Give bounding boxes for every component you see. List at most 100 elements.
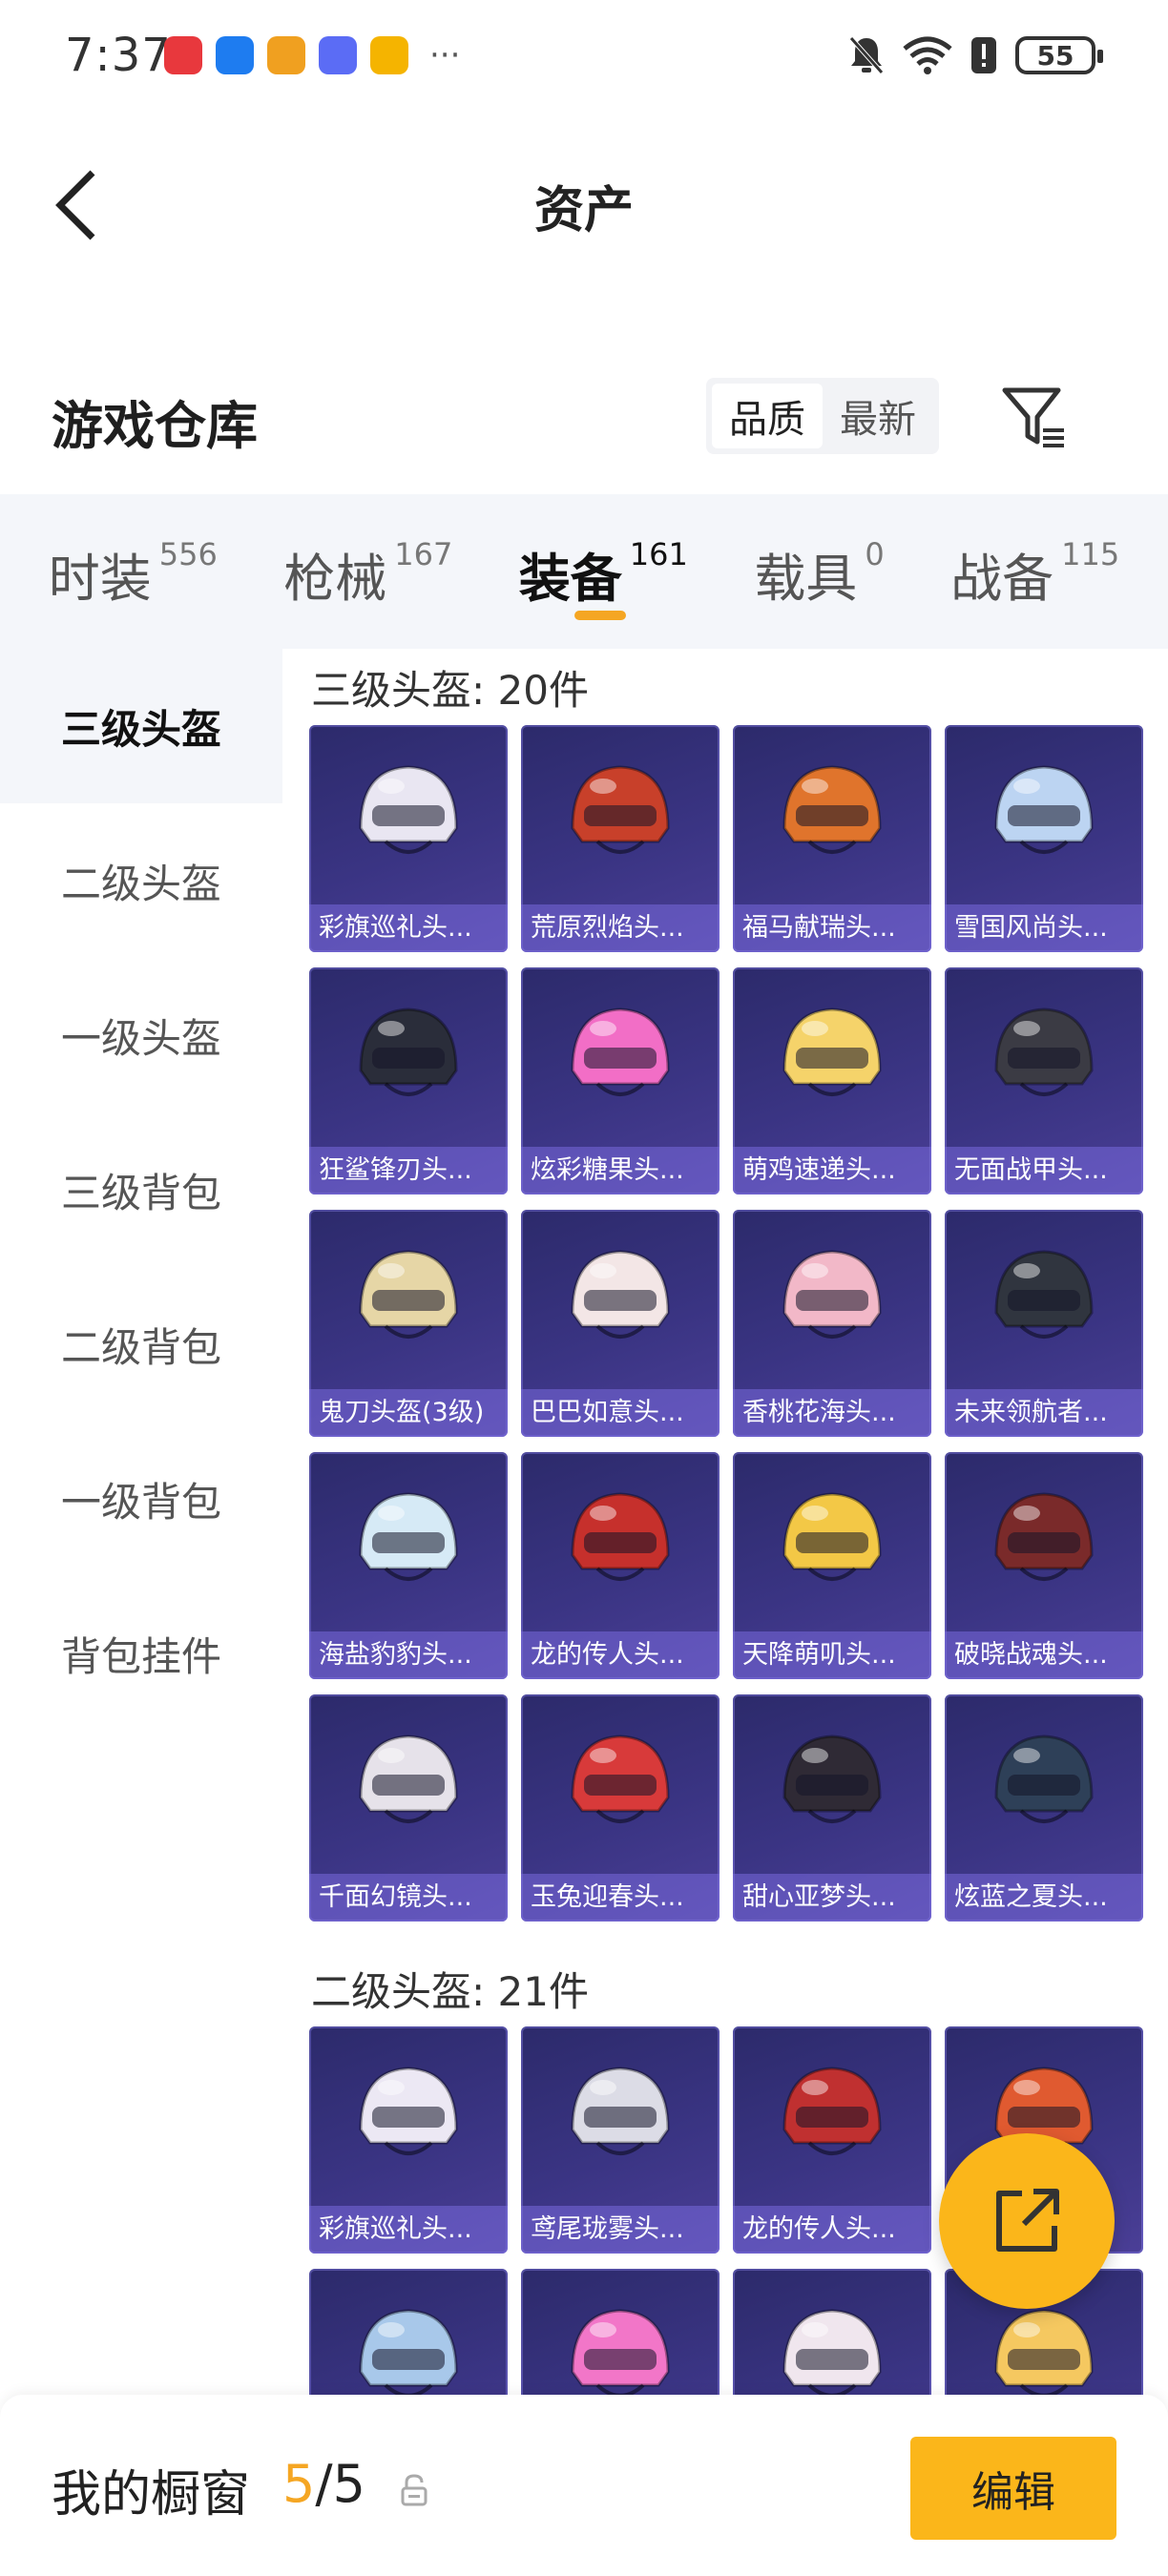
item-card[interactable]: 巴巴如意头... xyxy=(521,1210,720,1437)
item-card[interactable]: 雪国风尚头... xyxy=(945,725,1143,952)
item-card[interactable]: 龙的传人头... xyxy=(521,1452,720,1679)
status-time: 7:37 xyxy=(65,29,172,82)
item-card[interactable]: 福马献瑞头... xyxy=(733,725,931,952)
helmet-image xyxy=(571,1008,670,1096)
showcase-used-count: 5 xyxy=(282,2454,316,2514)
item-card[interactable]: 鬼刀头盔(3级) xyxy=(309,1210,508,1437)
tab-label: 战备 xyxy=(950,549,1054,609)
side-menu-item-2[interactable]: 一级头盔 xyxy=(0,958,282,1112)
item-name: 千面幻镜头... xyxy=(309,1874,508,1922)
item-card[interactable]: 玉兔迎春头... xyxy=(521,1694,720,1922)
item-card[interactable]: 甜心亚梦头... xyxy=(733,1694,931,1922)
item-card[interactable]: 海盐豹豹头... xyxy=(309,1452,508,1679)
item-name: 雪国风尚头... xyxy=(945,904,1143,952)
tab-count: 167 xyxy=(394,536,453,572)
showcase-count: 5/5 xyxy=(282,2454,365,2514)
item-card[interactable]: 无面战甲头... xyxy=(945,967,1143,1195)
item-card[interactable]: 萌鸡速递头... xyxy=(733,967,931,1195)
item-card[interactable] xyxy=(521,2269,720,2404)
page-title: 资产 xyxy=(533,182,634,239)
showcase-count-separator: / xyxy=(315,2454,333,2514)
tab-label: 枪械 xyxy=(283,549,387,609)
tab-4[interactable]: 战备 115 xyxy=(950,494,1119,649)
itunes-icon xyxy=(319,36,357,74)
item-grid: 彩旗巡礼头... 荒原烈焰头... 福马献瑞头... 雪国风尚头... 狂鲨锋刃头...… xyxy=(309,725,1143,1922)
tab-1[interactable]: 枪械 167 xyxy=(283,494,452,649)
helmet-image xyxy=(571,1492,670,1581)
item-name: 无面战甲头... xyxy=(945,1147,1143,1195)
item-name: 香桃花海头... xyxy=(733,1389,931,1437)
helmet-image xyxy=(359,1492,458,1581)
helmet-image xyxy=(994,1250,1094,1339)
item-card[interactable]: 千面幻镜头... xyxy=(309,1694,508,1922)
side-menu-spacer xyxy=(0,1731,282,2404)
item-card[interactable]: 彩旗巡礼头... xyxy=(309,2026,508,2254)
more-notifications-icon: ··· xyxy=(429,36,461,74)
item-name: 福马献瑞头... xyxy=(733,904,931,952)
item-name: 甜心亚梦头... xyxy=(733,1874,931,1922)
tab-3[interactable]: 载具 0 xyxy=(754,494,884,649)
item-card[interactable]: 彩旗巡礼头... xyxy=(309,725,508,952)
helmet-image xyxy=(782,1008,882,1096)
item-name: 巴巴如意头... xyxy=(521,1389,720,1437)
nav-bar: 资产 xyxy=(0,143,1168,267)
status-app-icons: ··· xyxy=(164,36,460,74)
item-card[interactable]: 炫彩糖果头... xyxy=(521,967,720,1195)
item-card[interactable]: 未来领航者... xyxy=(945,1210,1143,1437)
tab-2[interactable]: 装备 161 xyxy=(519,494,688,649)
filter-icon xyxy=(1002,387,1064,447)
side-menu-item-6[interactable]: 背包挂件 xyxy=(0,1576,282,1731)
item-card[interactable]: 破晓战魂头... xyxy=(945,1452,1143,1679)
item-name: 彩旗巡礼头... xyxy=(309,2206,508,2254)
sort-newest-option[interactable]: 最新 xyxy=(823,384,933,448)
helmet-image xyxy=(782,765,882,854)
status-indicators: 55 xyxy=(847,34,1103,76)
warehouse-header: 游戏仓库 品质 最新 xyxy=(0,363,1168,477)
item-card[interactable]: 龙的传人头... xyxy=(733,2026,931,2254)
item-name: 龙的传人头... xyxy=(521,1631,720,1679)
category-tabs: 时装 556 枪械 167 装备 161 载具 0 战备 115 xyxy=(0,494,1168,649)
item-card[interactable] xyxy=(309,2269,508,2404)
helmet-image xyxy=(994,1008,1094,1096)
item-name: 玉兔迎春头... xyxy=(521,1874,720,1922)
item-name: 炫彩糖果头... xyxy=(521,1147,720,1195)
tab-label: 载具 xyxy=(754,549,858,609)
side-menu-item-5[interactable]: 一级背包 xyxy=(0,1422,282,1576)
sort-quality-option[interactable]: 品质 xyxy=(712,384,823,448)
tab-count: 115 xyxy=(1061,536,1120,572)
item-name: 荒原烈焰头... xyxy=(521,904,720,952)
app-market-icon xyxy=(216,36,254,74)
helmet-image xyxy=(359,1735,458,1823)
item-card[interactable]: 鸢尾珑雾头... xyxy=(521,2026,720,2254)
item-card[interactable]: 天降萌叽头... xyxy=(733,1452,931,1679)
showcase-bar: 我的橱窗 5/5 编辑 xyxy=(0,2395,1168,2576)
item-card[interactable]: 香桃花海头... xyxy=(733,1210,931,1437)
item-name: 鸢尾珑雾头... xyxy=(521,2206,720,2254)
edit-button[interactable]: 编辑 xyxy=(910,2437,1116,2540)
tab-count: 0 xyxy=(865,536,885,572)
helmet-image xyxy=(359,2067,458,2155)
item-name: 破晓战魂头... xyxy=(945,1631,1143,1679)
filter-button[interactable] xyxy=(998,382,1071,454)
helmet-image xyxy=(994,765,1094,854)
share-button[interactable] xyxy=(939,2133,1115,2309)
huawei-app-icon xyxy=(164,36,202,74)
item-card[interactable]: 狂鲨锋刃头... xyxy=(309,967,508,1195)
section-title: 三级头盔: 20件 xyxy=(311,667,589,714)
side-menu-item-1[interactable]: 二级头盔 xyxy=(0,803,282,958)
side-menu-item-4[interactable]: 二级背包 xyxy=(0,1267,282,1422)
side-menu-item-3[interactable]: 三级背包 xyxy=(0,1112,282,1267)
section-title: 二级头盔: 21件 xyxy=(311,1968,589,2015)
music-app-icon xyxy=(267,36,305,74)
helmet-image xyxy=(359,1008,458,1096)
helmet-image xyxy=(994,1492,1094,1581)
item-name: 天降萌叽头... xyxy=(733,1631,931,1679)
side-menu-item-0[interactable]: 三级头盔 xyxy=(0,649,282,803)
status-bar: 7:37 ··· 55 xyxy=(0,0,1168,114)
item-card[interactable] xyxy=(733,2269,931,2404)
item-card[interactable]: 炫蓝之夏头... xyxy=(945,1694,1143,1922)
helmet-image xyxy=(782,1735,882,1823)
alert-icon xyxy=(971,37,996,73)
item-card[interactable]: 荒原烈焰头... xyxy=(521,725,720,952)
tab-0[interactable]: 时装 556 xyxy=(49,494,218,649)
